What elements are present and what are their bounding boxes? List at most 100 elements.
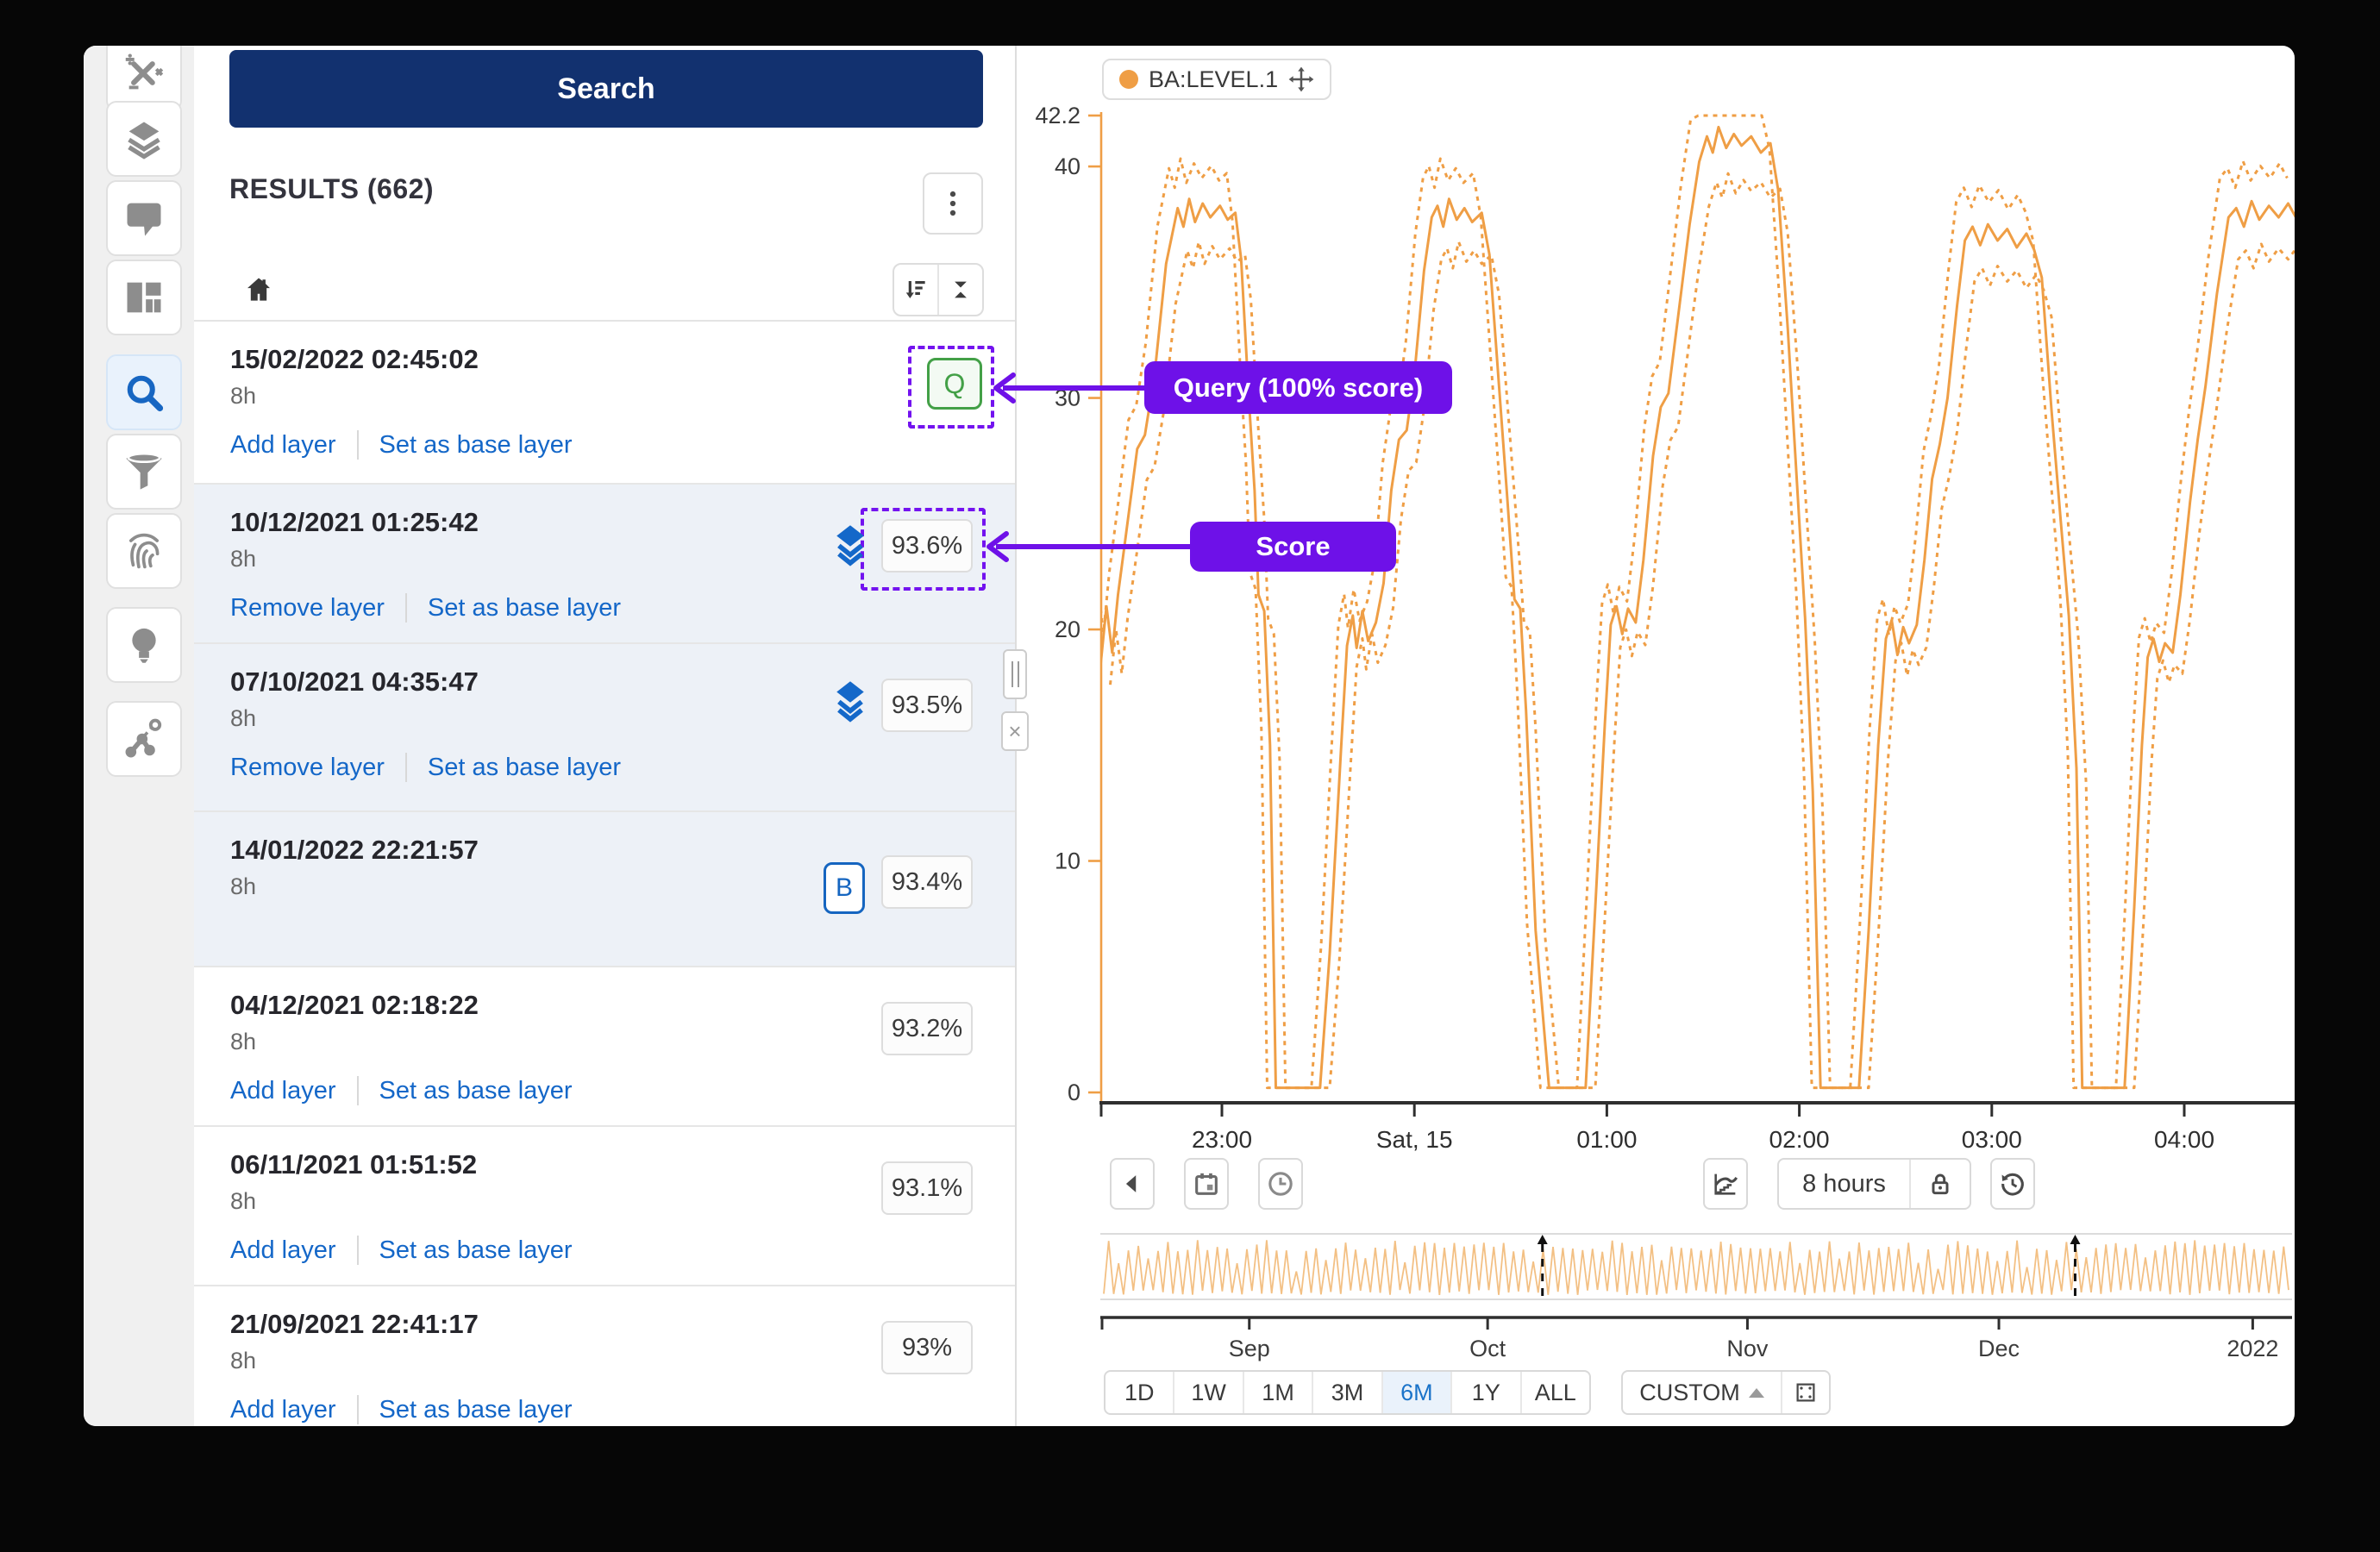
sort-button[interactable] <box>894 265 937 315</box>
svg-text:30: 30 <box>1055 385 1080 411</box>
trend-compare-icon <box>1711 1169 1740 1198</box>
base-layer-badge: B <box>824 862 865 914</box>
result-duration: 8h <box>230 383 1015 410</box>
range-selector: 1D1W1M3M6M1YALL <box>1104 1370 1591 1415</box>
set-as-base-layer-link[interactable]: Set as base layer <box>428 754 621 782</box>
y-axis: 42.2403020100 <box>1035 103 1101 1105</box>
result-row[interactable]: 14/01/2022 22:21:578h93.4%B <box>194 810 1015 966</box>
pan-left-button[interactable] <box>1110 1158 1155 1210</box>
score-badge: 93.1% <box>881 1161 973 1215</box>
range-button-3m[interactable]: 3M <box>1312 1372 1381 1413</box>
comment-icon <box>122 196 166 241</box>
duration-button[interactable]: 8 hours <box>1779 1160 1909 1208</box>
custom-range-button[interactable]: CUSTOM <box>1623 1372 1781 1413</box>
result-row[interactable]: 21/09/2021 22:41:178hAdd layerSet as bas… <box>194 1285 1015 1426</box>
sidebar-item-search[interactable] <box>106 354 182 430</box>
set-as-base-layer-link[interactable]: Set as base layer <box>379 1077 573 1105</box>
move-icon[interactable] <box>1288 66 1314 92</box>
score-badge: 93% <box>881 1321 973 1374</box>
fit-screen-button[interactable] <box>1781 1372 1829 1413</box>
range-button-1y[interactable]: 1Y <box>1450 1372 1519 1413</box>
sidebar-item-recommendations[interactable] <box>106 607 182 683</box>
sidebar-item-layers[interactable] <box>106 101 182 177</box>
add-layer-link[interactable]: Add layer <box>230 1396 336 1424</box>
fingerprint-icon <box>122 529 166 573</box>
layers-icon <box>122 116 166 161</box>
collapse-button[interactable] <box>937 265 982 315</box>
add-layer-link[interactable]: Add layer <box>230 1077 336 1105</box>
sidebar-item-comments[interactable] <box>106 180 182 256</box>
result-links: Add layer Set as base layer <box>230 1236 1015 1265</box>
back-arrow-icon <box>1118 1169 1147 1198</box>
add-layer-link[interactable]: Add layer <box>230 1236 336 1265</box>
lock-duration-button[interactable] <box>1909 1160 1970 1208</box>
layer-indicator-icon <box>832 679 868 723</box>
set-as-base-layer-link[interactable]: Set as base layer <box>379 1396 573 1424</box>
result-row[interactable]: 07/10/2021 04:35:478hRemove layerSet as … <box>194 642 1015 810</box>
series-color-dot <box>1119 70 1138 89</box>
clock-button[interactable] <box>1258 1158 1303 1210</box>
home-icon[interactable] <box>242 273 275 310</box>
filter-icon <box>122 449 166 494</box>
query-callout: Query (100% score) <box>1144 361 1452 414</box>
lightbulb-icon <box>122 623 166 667</box>
screenshot-stage: Search RESULTS (662) <box>0 0 2380 1552</box>
svg-text:03:00: 03:00 <box>1962 1126 2022 1153</box>
score-badge: 93.4% <box>881 855 973 909</box>
sidebar-item-fingerprint[interactable] <box>106 513 182 589</box>
svg-text:0: 0 <box>1068 1080 1080 1105</box>
results-list: 15/02/2022 02:45:028hAdd layerSet as bas… <box>194 322 1015 1426</box>
link-separator <box>357 1076 359 1105</box>
overview-strip[interactable] <box>1100 1234 2292 1299</box>
kebab-icon <box>940 189 966 218</box>
lock-icon <box>1926 1170 1954 1198</box>
splitter-close-button[interactable]: × <box>1001 711 1029 751</box>
link-separator <box>405 593 407 623</box>
link-separator <box>357 430 359 460</box>
app-window: Search RESULTS (662) <box>84 46 2295 1426</box>
result-row[interactable]: 10/12/2021 01:25:428hRemove layerSet as … <box>194 483 1015 642</box>
set-as-base-layer-link[interactable]: Set as base layer <box>379 1236 573 1265</box>
search-button[interactable]: Search <box>229 50 983 128</box>
link-separator <box>357 1236 359 1265</box>
sidebar-item-dashboard[interactable] <box>106 260 182 335</box>
compare-trends-button[interactable] <box>1703 1158 1748 1210</box>
calendar-button[interactable] <box>1184 1158 1229 1210</box>
remove-layer-link[interactable]: Remove layer <box>230 754 385 782</box>
calendar-icon <box>1192 1169 1221 1198</box>
svg-text:Sat, 15: Sat, 15 <box>1376 1126 1453 1153</box>
svg-text:Sep: Sep <box>1229 1336 1270 1361</box>
history-icon <box>1998 1169 2027 1198</box>
result-row[interactable]: 15/02/2022 02:45:028hAdd layerSet as bas… <box>194 322 1015 483</box>
x-axis: 23:00Sat, 1501:0002:0003:0004:00 <box>1099 1103 2295 1153</box>
set-as-base-layer-link[interactable]: Set as base layer <box>428 594 621 623</box>
svg-text:2022: 2022 <box>2227 1336 2278 1361</box>
results-header: RESULTS (662) <box>229 173 434 205</box>
svg-text:04:00: 04:00 <box>2154 1126 2214 1153</box>
sidebar-item-filter[interactable] <box>106 434 182 510</box>
caret-up-icon <box>1749 1388 1764 1398</box>
range-button-1m[interactable]: 1M <box>1243 1372 1312 1413</box>
score-badge: 93.5% <box>881 679 973 732</box>
svg-text:20: 20 <box>1055 616 1080 642</box>
remove-layer-link[interactable]: Remove layer <box>230 594 385 623</box>
range-button-6m[interactable]: 6M <box>1381 1372 1450 1413</box>
range-button-all[interactable]: ALL <box>1520 1372 1589 1413</box>
result-links: Add layer Set as base layer <box>230 1395 1015 1424</box>
splitter-drag-handle[interactable] <box>1003 649 1027 699</box>
result-row[interactable]: 06/11/2021 01:51:528hAdd layerSet as bas… <box>194 1125 1015 1285</box>
svg-text:23:00: 23:00 <box>1192 1126 1252 1153</box>
add-layer-link[interactable]: Add layer <box>230 431 336 460</box>
collapse-icon <box>948 277 974 303</box>
sidebar-item-context[interactable] <box>106 701 182 777</box>
history-button[interactable] <box>1990 1158 2035 1210</box>
kebab-menu-button[interactable] <box>923 172 983 235</box>
chart-legend-pill[interactable]: BA:LEVEL.1 <box>1102 59 1331 100</box>
range-button-1w[interactable]: 1W <box>1173 1372 1242 1413</box>
set-as-base-layer-link[interactable]: Set as base layer <box>379 431 573 460</box>
context-icon <box>122 717 166 761</box>
result-row[interactable]: 04/12/2021 02:18:228hAdd layerSet as bas… <box>194 966 1015 1125</box>
range-button-1d[interactable]: 1D <box>1105 1372 1173 1413</box>
series-lines <box>1092 116 2295 1088</box>
result-links: Add layer Set as base layer <box>230 1076 1015 1105</box>
